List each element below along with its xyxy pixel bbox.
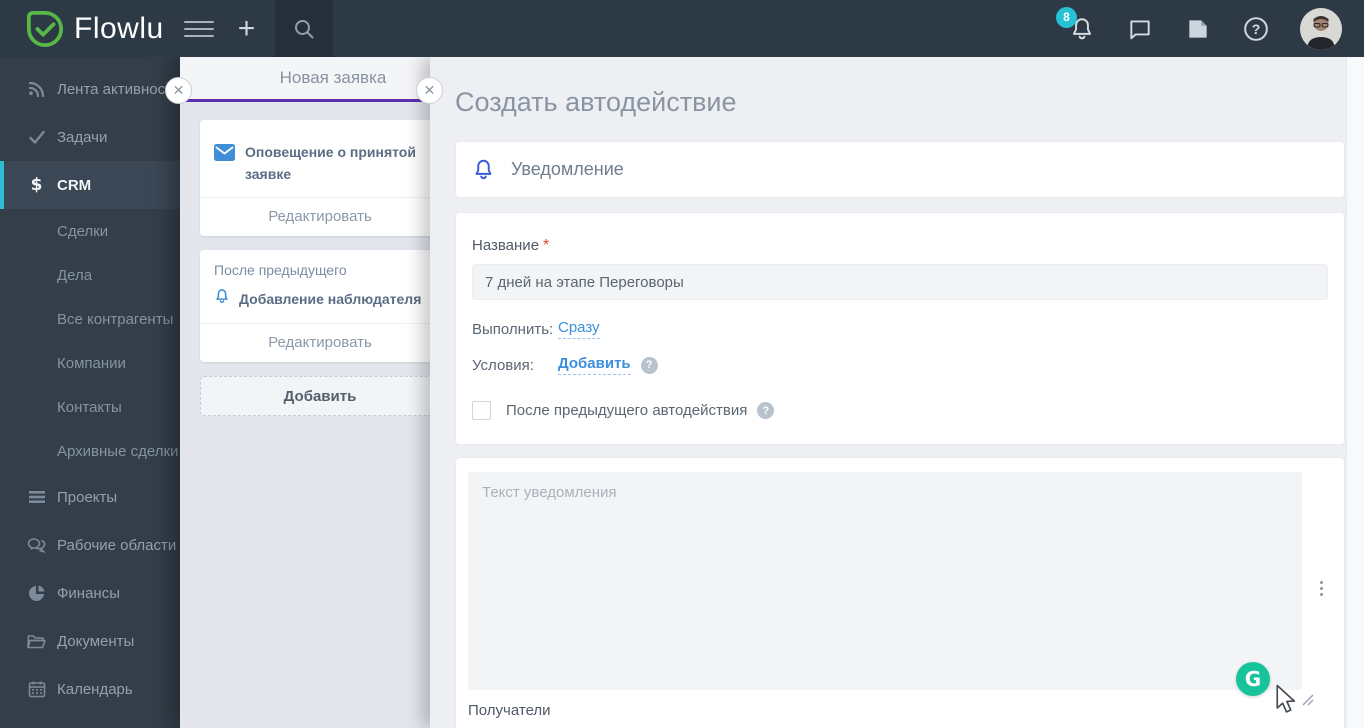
sidebar-item-projects[interactable]: Проекты (0, 473, 180, 521)
dialog-title: Создать автодействие (455, 87, 737, 117)
documents-icon (1189, 19, 1207, 38)
chat-bubbles-icon (27, 536, 46, 555)
automation-card-condition: После предыдущего (214, 262, 347, 279)
sidebar-item-label: Календарь (57, 680, 133, 698)
sidebar-item-crm[interactable]: $ CRM (0, 161, 180, 209)
execute-label: Выполнить: (472, 320, 554, 338)
sidebar-item-label: Задачи (57, 128, 108, 146)
sidebar-item-workspaces[interactable]: Рабочие области (0, 521, 180, 569)
flowlu-logo-icon (26, 10, 64, 47)
name-field-label: Название (472, 237, 540, 254)
automation-card-title: Добавление наблюдателя (239, 290, 422, 307)
pie-chart-icon (27, 584, 46, 603)
sidebar-item-label: Лента активности (57, 80, 180, 98)
sidebar-item-contacts[interactable]: Контакты (0, 385, 180, 429)
funnel-stage-title: Новая заявка (279, 68, 387, 87)
resize-handle-icon[interactable] (1300, 692, 1314, 706)
after-previous-checkbox[interactable] (472, 401, 491, 420)
folder-icon (27, 632, 46, 651)
automation-card[interactable]: После предыдущего Добавление наблюдателя… (200, 250, 430, 363)
brand-title: Flowlu (74, 11, 164, 45)
clipped-card-fragment (214, 123, 430, 132)
sidebar-item-label: Финансы (57, 584, 120, 602)
search-icon (295, 19, 314, 38)
bell-icon (475, 159, 492, 180)
action-type-label: Уведомление (511, 159, 624, 179)
documents-button[interactable] (1184, 15, 1212, 43)
sidebar-item-label: Документы (57, 632, 135, 650)
avatar[interactable] (1300, 7, 1342, 50)
funnel-stage-panel: Новая заявка Оповещение о принятой заявк… (180, 57, 430, 728)
chat-icon (1130, 19, 1150, 39)
help-icon[interactable]: ? (640, 356, 658, 374)
funnel-stage-header: Новая заявка (180, 57, 430, 102)
sidebar-item-finance[interactable]: Финансы (0, 569, 180, 617)
sidebar: Лента активности Задачи $ CRM Сделки Дел… (0, 57, 180, 728)
sidebar-item-activities[interactable]: Дела (0, 253, 180, 297)
action-type-card[interactable]: Уведомление (455, 141, 1345, 198)
automation-card-title: Оповещение о принятой заявке (245, 144, 416, 182)
notification-message-card: G Получатели (455, 457, 1345, 728)
sidebar-item-contractors[interactable]: Все контрагенты (0, 297, 180, 341)
edit-automation-button[interactable]: Редактировать (200, 197, 430, 236)
topbar: Flowlu + 8 ? (0, 0, 1364, 57)
help-button[interactable]: ? (1242, 15, 1270, 43)
autoaction-form: Название* Выполнить: Сразу Условия: Доба… (455, 212, 1345, 445)
rss-icon (27, 80, 46, 99)
sidebar-item-label: Рабочие области (57, 536, 177, 554)
dollar-icon: $ (30, 175, 43, 195)
sidebar-item-documents[interactable]: Документы (0, 617, 180, 665)
add-condition-link[interactable]: Добавить (558, 355, 631, 375)
close-funnel-panel-button[interactable]: ✕ (165, 77, 192, 104)
execute-value-link[interactable]: Сразу (558, 319, 600, 339)
help-icon[interactable]: ? (757, 402, 775, 419)
add-automation-button[interactable]: Добавить (200, 376, 430, 417)
scrollbar[interactable] (1346, 57, 1364, 728)
panel-drag-handle[interactable] (1320, 578, 1323, 599)
sidebar-item-feed[interactable]: Лента активности (0, 65, 180, 113)
notification-badge: 8 (1056, 6, 1077, 28)
recipients-label: Получатели (468, 702, 551, 719)
check-icon (27, 128, 46, 147)
sidebar-item-companies[interactable]: Компании (0, 341, 180, 385)
hamburger-menu-icon[interactable] (183, 16, 214, 42)
sidebar-item-label: Проекты (57, 488, 118, 506)
search-button[interactable] (275, 0, 334, 57)
sidebar-item-archived-deals[interactable]: Архивные сделки (0, 429, 180, 473)
help-icon: ? (1244, 16, 1268, 41)
create-autoaction-dialog: Создать автодействие Уведомление Названи… (430, 57, 1364, 728)
conditions-label: Условия: (472, 356, 534, 374)
required-asterisk: * (543, 237, 550, 254)
sidebar-item-deals[interactable]: Сделки (0, 209, 180, 253)
messenger-button[interactable] (1126, 15, 1154, 43)
calendar-icon (27, 680, 46, 699)
sidebar-item-label: CRM (57, 176, 92, 194)
edit-automation-button[interactable]: Редактировать (200, 323, 430, 362)
mail-icon (214, 144, 235, 166)
list-icon (27, 488, 46, 507)
sidebar-item-tasks[interactable]: Задачи (0, 113, 180, 161)
grammarly-icon[interactable]: G (1236, 662, 1270, 696)
close-dialog-button[interactable]: ✕ (416, 77, 443, 104)
sidebar-item-calendar[interactable]: Календарь (0, 665, 180, 713)
automation-card[interactable]: Оповещение о принятой заявке Редактирова… (200, 120, 430, 237)
name-input[interactable] (472, 264, 1328, 300)
svg-text:?: ? (1252, 20, 1261, 36)
bell-icon (214, 288, 230, 310)
after-previous-label: После предыдущего автодействия (506, 402, 748, 419)
notification-text-input[interactable] (468, 472, 1302, 690)
quick-add-button[interactable]: + (238, 13, 256, 44)
notifications-button[interactable]: 8 (1056, 6, 1096, 43)
